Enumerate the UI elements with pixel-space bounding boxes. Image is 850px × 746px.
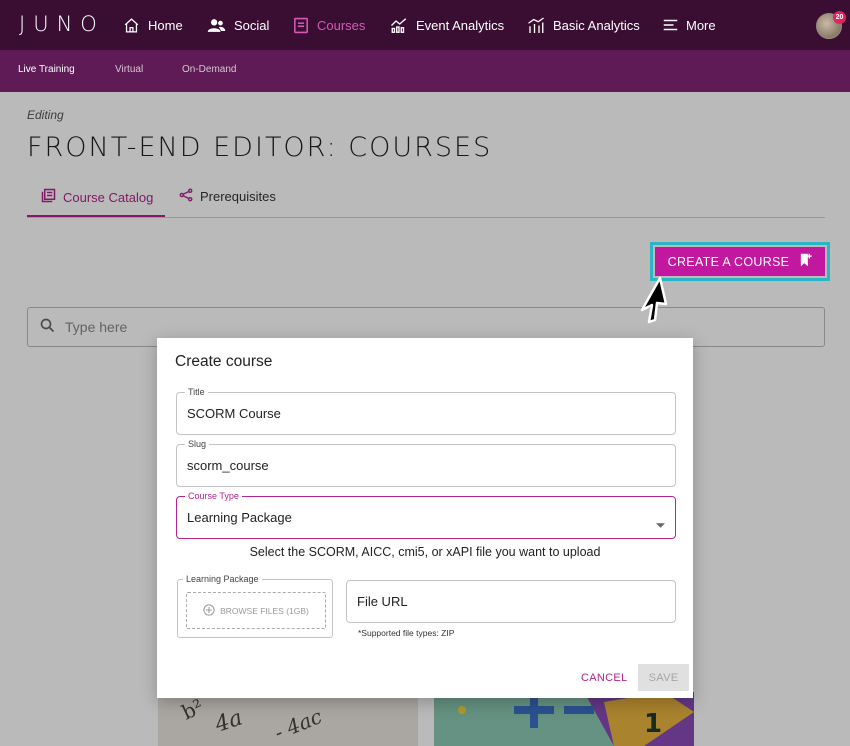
home-icon (123, 17, 140, 34)
title-field[interactable]: Title SCORM Course (176, 387, 676, 435)
nav-event-analytics[interactable]: Event Analytics (390, 15, 504, 35)
course-type-select[interactable]: Course Type Learning Package (176, 491, 676, 539)
learning-package-group: Learning Package BROWSE FILES (1GB) (177, 574, 333, 638)
supported-file-types-note: *Supported file types: ZIP (358, 628, 455, 638)
bar-chart-icon (527, 16, 545, 34)
event-analytics-icon (390, 17, 408, 34)
browse-files-label: BROWSE FILES (1GB) (220, 605, 309, 616)
add-circle-icon (203, 603, 215, 618)
subnav-live-training[interactable]: Live Training (18, 64, 75, 75)
cancel-button[interactable]: CANCEL (581, 672, 627, 684)
bookmark-add-icon (799, 253, 813, 270)
slug-field-value: scorm_course (187, 458, 269, 473)
title-field-label: Title (185, 387, 208, 398)
upload-instructions: Select the SCORM, AICC, cmi5, or xAPI fi… (249, 545, 601, 559)
people-icon (207, 18, 226, 33)
menu-icon (663, 18, 678, 32)
nav-more[interactable]: More (663, 15, 716, 35)
nav-basic-analytics[interactable]: Basic Analytics (527, 15, 640, 35)
subnav-virtual[interactable]: Virtual (115, 64, 143, 75)
book-icon (293, 17, 309, 34)
browse-files-button[interactable]: BROWSE FILES (1GB) (186, 592, 326, 629)
file-url-field[interactable]: File URL (346, 580, 676, 623)
nav-more-label: More (686, 17, 716, 33)
sub-navigation: Live Training Virtual On-Demand (0, 50, 850, 92)
nav-home[interactable]: Home (123, 15, 183, 35)
create-course-highlight: CREATE A COURSE (650, 242, 830, 281)
title-field-value: SCORM Course (187, 406, 281, 421)
create-course-button[interactable]: CREATE A COURSE (655, 247, 825, 276)
nav-basic-analytics-label: Basic Analytics (553, 17, 640, 33)
top-navigation: JUNO Home Social Courses Event Analytics… (0, 0, 850, 50)
nav-courses[interactable]: Courses (293, 15, 365, 35)
file-url-placeholder: File URL (357, 594, 408, 609)
learning-package-label: Learning Package (183, 574, 262, 585)
create-course-dialog: Create course Title SCORM Course Slug sc… (157, 338, 693, 698)
nav-event-analytics-label: Event Analytics (416, 17, 505, 33)
notification-badge: 20 (833, 11, 846, 24)
slug-field[interactable]: Slug scorm_course (176, 439, 676, 487)
juno-logo[interactable]: JUNO (19, 12, 105, 36)
course-type-label: Course Type (185, 491, 242, 502)
slug-field-label: Slug (185, 439, 210, 450)
dialog-title: Create course (175, 353, 273, 370)
course-type-value: Learning Package (187, 510, 292, 525)
nav-social-label: Social (234, 17, 270, 33)
save-button[interactable]: SAVE (638, 664, 689, 691)
nav-social[interactable]: Social (207, 15, 269, 35)
subnav-on-demand[interactable]: On-Demand (182, 64, 236, 75)
nav-courses-label: Courses (317, 17, 366, 33)
nav-home-label: Home (148, 17, 183, 33)
dropdown-arrow-icon (656, 515, 665, 533)
mouse-pointer-icon (635, 276, 669, 329)
create-course-label: CREATE A COURSE (667, 254, 790, 269)
